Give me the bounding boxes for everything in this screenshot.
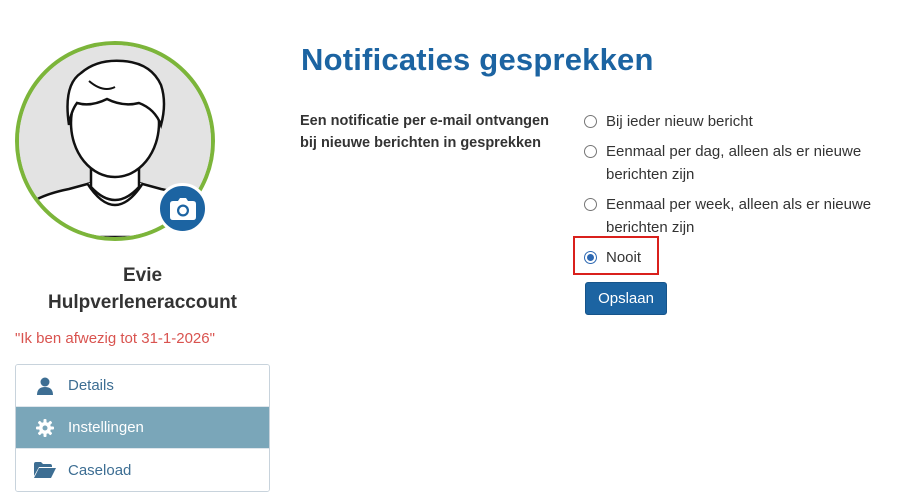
menu-item-details[interactable]: Details <box>16 365 269 407</box>
settings-menu: Details Instellingen Caseload <box>15 364 270 492</box>
folder-open-icon <box>34 460 56 480</box>
option-label: Bij ieder nieuw bericht <box>606 113 753 130</box>
radio-daily[interactable] <box>584 145 597 158</box>
profile-avatar-container <box>15 41 215 241</box>
save-button[interactable]: Opslaan <box>585 282 667 315</box>
page-title: Notificaties gesprekken <box>301 42 654 77</box>
menu-item-caseload[interactable]: Caseload <box>16 449 269 491</box>
option-weekly[interactable]: Eenmaal per week, alleen als er nieuwe b… <box>584 193 904 239</box>
menu-item-label: Caseload <box>68 461 132 479</box>
option-every-message[interactable]: Bij ieder nieuw bericht <box>584 110 904 133</box>
menu-item-label: Instellingen <box>68 419 144 436</box>
radio-every-message[interactable] <box>584 115 597 128</box>
absence-note: "Ik ben afwezig tot 31-1-2026" <box>15 330 215 347</box>
radio-weekly[interactable] <box>584 198 597 211</box>
user-last-name: Hulpverleneraccount <box>48 292 237 313</box>
change-photo-button[interactable] <box>157 183 208 234</box>
camera-icon <box>169 197 196 220</box>
option-daily[interactable]: Eenmaal per dag, alleen als er nieuwe be… <box>584 140 904 186</box>
menu-item-label: Details <box>68 377 114 394</box>
gear-icon <box>34 418 56 438</box>
user-first-name: Evie <box>122 265 163 286</box>
option-label: Eenmaal per dag, alleen als er nieuwe be… <box>606 143 862 183</box>
highlight-box <box>573 236 659 275</box>
option-label: Eenmaal per week, alleen als er nieuwe b… <box>606 196 872 236</box>
user-icon <box>34 376 56 396</box>
menu-item-instellingen[interactable]: Instellingen <box>16 407 269 449</box>
setting-label: Een notificatie per e-mail ontvangen bij… <box>300 113 549 151</box>
